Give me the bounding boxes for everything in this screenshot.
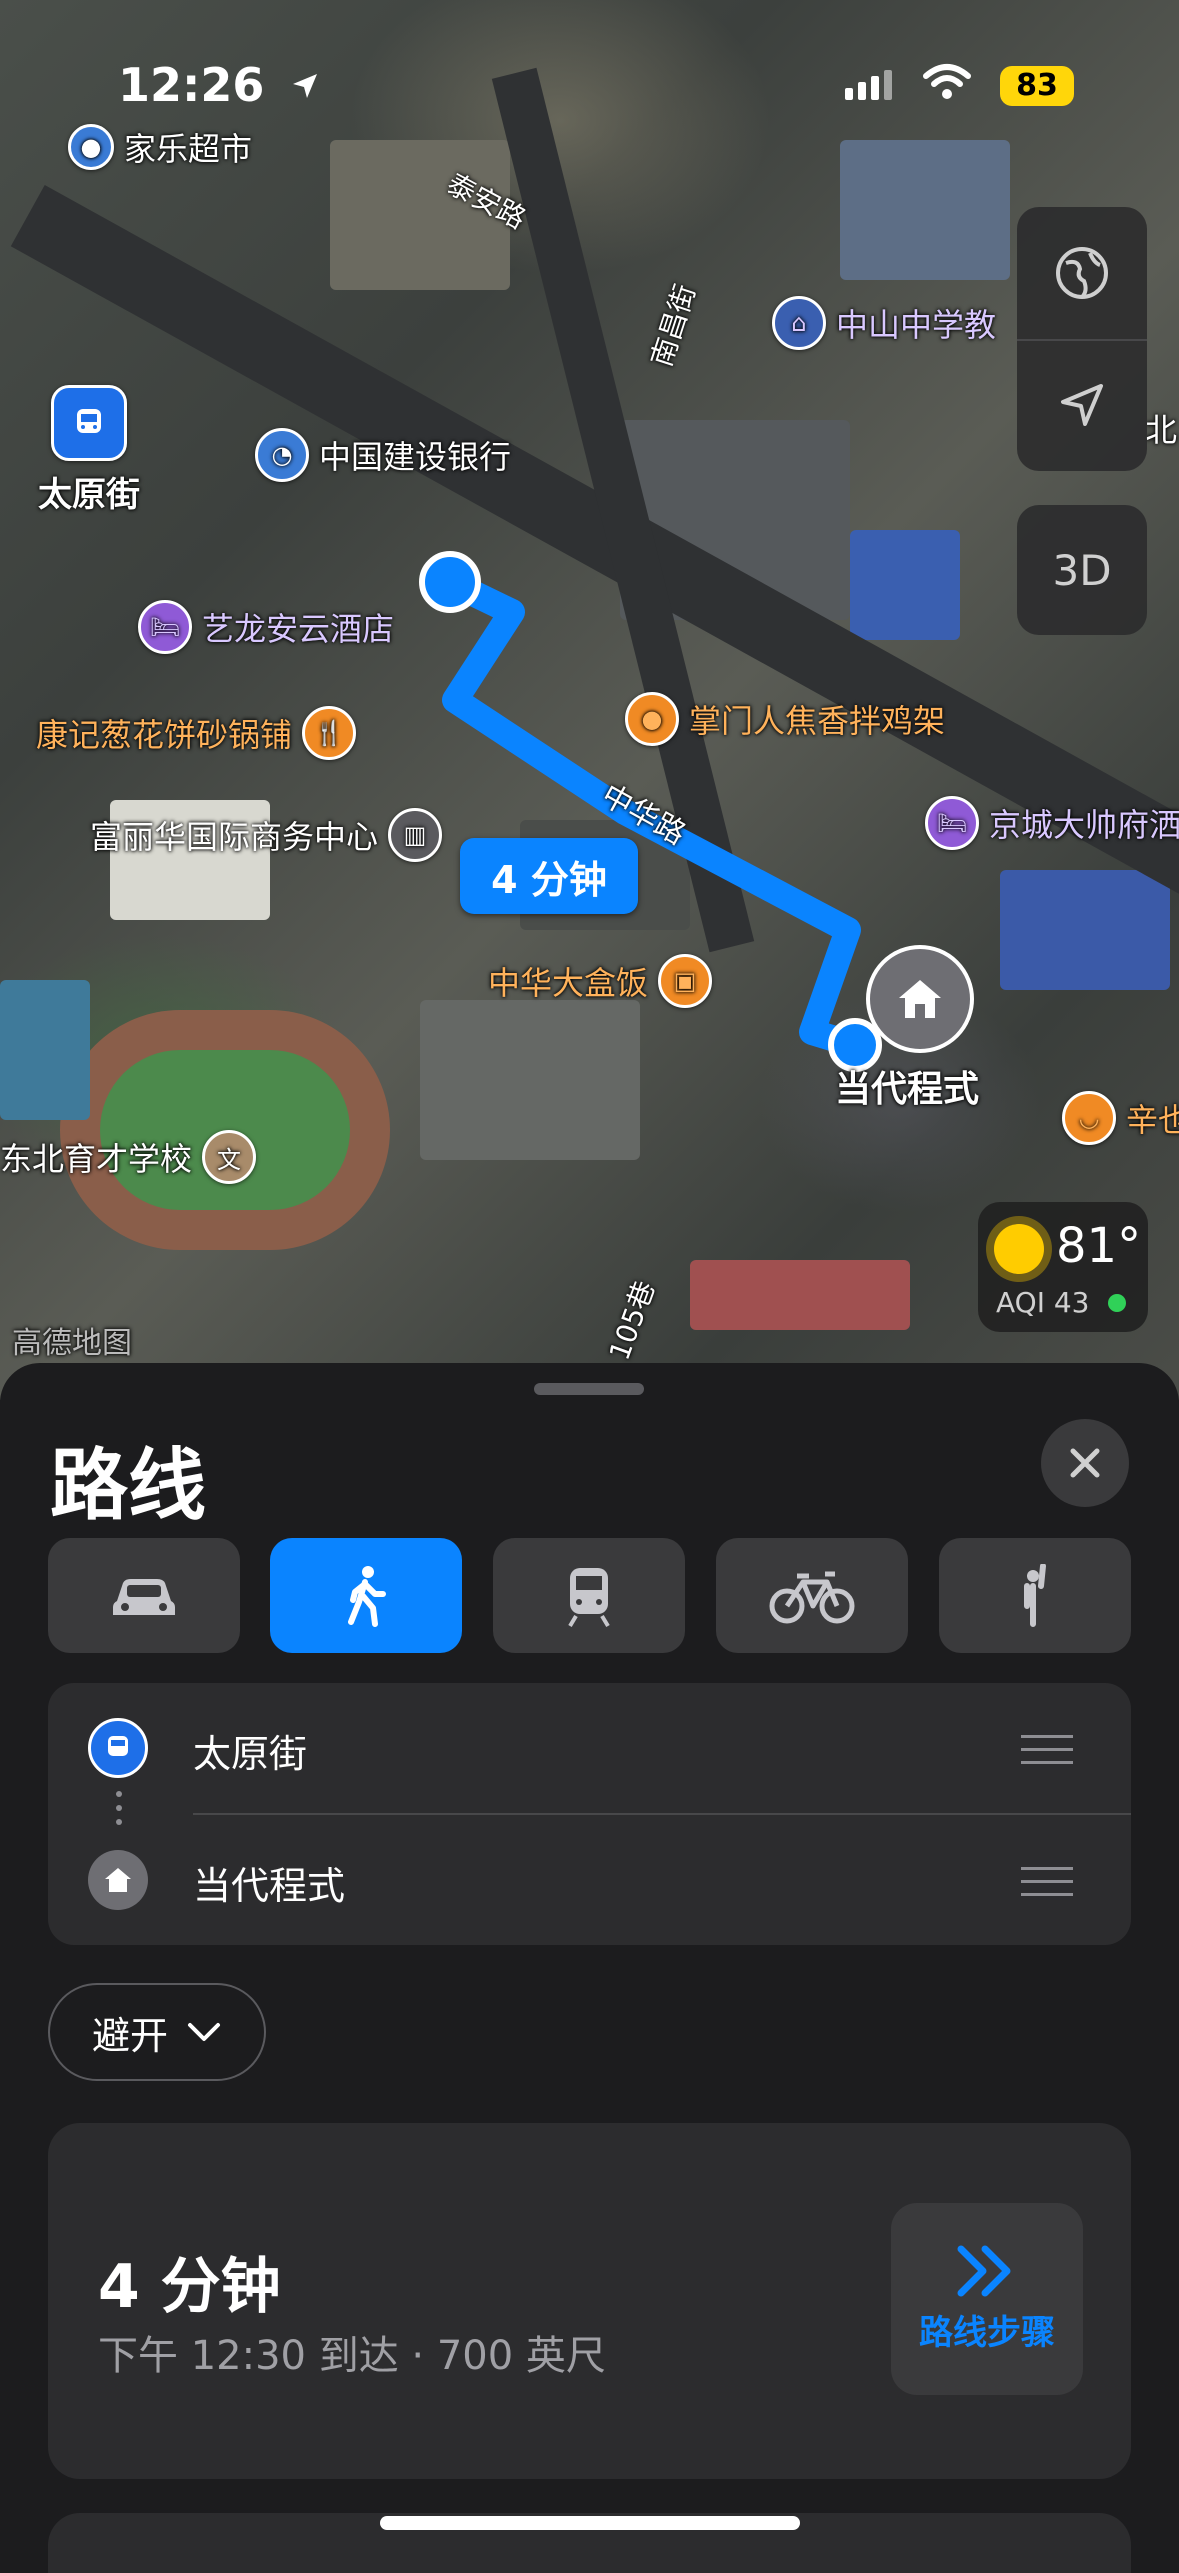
temperature: 81°	[1056, 1218, 1142, 1274]
poi-jingcheng[interactable]: 🛏 京城大帅府洒	[925, 796, 1179, 850]
close-icon	[1070, 1448, 1100, 1478]
origin-label: 太原街	[193, 1732, 308, 1776]
mode-rideshare[interactable]	[939, 1538, 1131, 1653]
poi-taiyuanjie-station[interactable]: 太原街	[38, 385, 140, 516]
poi-fulihua[interactable]: ▥ 富丽华国际商务中心	[90, 808, 443, 862]
route-steps-label: 路线步骤	[919, 2312, 1055, 2353]
route-arrival-distance: 下午 12:30 到达 · 700 英尺	[98, 2333, 606, 2379]
location-services-icon	[290, 58, 318, 98]
weather-widget[interactable]: 81° AQI 43	[978, 1202, 1148, 1332]
landmark-icon: ⌂	[772, 296, 826, 350]
subway-icon	[51, 385, 127, 461]
mode-driving[interactable]	[48, 1538, 240, 1653]
poi-zhonghua-box[interactable]: ▣ 中华大盒饭	[488, 954, 713, 1008]
transport-mode-selector	[48, 1538, 1131, 1653]
bank-icon: ◔	[255, 428, 309, 482]
route-line	[419, 551, 882, 1072]
train-icon	[568, 1567, 610, 1627]
avoid-options-button[interactable]: 避开	[48, 1983, 266, 2081]
home-icon	[88, 1850, 148, 1910]
takeout-icon: ▣	[658, 954, 713, 1008]
home-indicator[interactable]	[380, 2516, 800, 2530]
3d-toggle-button[interactable]: 3D	[1017, 505, 1147, 635]
globe-icon	[1056, 247, 1108, 299]
poi-kangji[interactable]: 🍴 康记葱花饼砂锅铺	[36, 706, 357, 760]
reorder-handle-icon[interactable]	[1021, 1735, 1073, 1774]
poi-zhanmen[interactable]: ● 掌门人焦香拌鸡架	[625, 692, 945, 746]
locate-button[interactable]	[1017, 339, 1147, 471]
poi-dongbei-school[interactable]: 文 东北育才学校	[0, 1130, 257, 1184]
hotel-icon: 🛏	[925, 796, 979, 850]
food-icon: ●	[625, 692, 679, 746]
restaurant-icon: 🍴	[302, 706, 357, 760]
map-controls	[1017, 207, 1147, 471]
hotel-icon: 🛏	[138, 600, 192, 654]
aqi-label: AQI 43	[996, 1286, 1090, 1319]
status-bar: 12:26 83	[0, 0, 1179, 160]
destination-label: 当代程式	[835, 1069, 980, 1110]
car-icon	[113, 1578, 175, 1615]
battery-indicator: 83	[1000, 66, 1074, 106]
route-duration-badge[interactable]: 4 分钟	[460, 838, 638, 914]
bicycle-icon	[769, 1571, 855, 1623]
mode-walking[interactable]	[270, 1538, 462, 1653]
destination-home-icon[interactable]	[866, 945, 974, 1053]
chevron-double-right-icon	[957, 2245, 1011, 2296]
mode-transit[interactable]	[493, 1538, 685, 1653]
stop-origin[interactable]: 太原街	[48, 1683, 1131, 1813]
map-style-button[interactable]	[1017, 207, 1147, 339]
reorder-handle-icon[interactable]	[1021, 1867, 1073, 1906]
route-duration: 4 分钟	[98, 2252, 281, 2322]
wifi-icon	[922, 62, 972, 106]
sheet-grabber[interactable]	[534, 1383, 644, 1395]
poi-xin[interactable]: ◡ 辛也	[1062, 1091, 1179, 1145]
poi-bei: 北	[1145, 411, 1178, 449]
building-icon: ▥	[388, 808, 443, 862]
walking-icon	[348, 1565, 386, 1627]
route-option-card[interactable]: 4 分钟 下午 12:30 到达 · 700 英尺 路线步骤	[48, 2123, 1131, 2479]
subway-icon	[88, 1718, 148, 1778]
poi-jianshe-bank[interactable]: ◔ 中国建设银行	[255, 428, 511, 482]
stop-destination[interactable]: 当代程式	[48, 1815, 1131, 1945]
map-attribution: 高德地图	[12, 1326, 132, 1361]
poi-zhongshan-school[interactable]: ⌂ 中山中学教	[772, 296, 996, 350]
chevron-down-icon	[188, 2023, 220, 2041]
aqi-status-dot	[1108, 1294, 1126, 1312]
directions-sheet: 路线 太原街 当代程式 避开 4 分钟 下午 12:30 到达 · 700 英尺…	[0, 1363, 1179, 2573]
location-arrow-icon	[1061, 384, 1103, 426]
mode-cycling[interactable]	[716, 1538, 908, 1653]
poi-yilong-hotel[interactable]: 🛏 艺龙安云酒店	[138, 600, 394, 654]
sun-icon	[994, 1224, 1044, 1274]
destination-stop-label: 当代程式	[193, 1864, 346, 1908]
noodle-icon: ◡	[1062, 1091, 1116, 1145]
school-icon: 文	[202, 1130, 257, 1184]
close-button[interactable]	[1041, 1419, 1129, 1507]
route-steps-button[interactable]: 路线步骤	[891, 2203, 1083, 2395]
hail-icon	[1024, 1563, 1046, 1627]
sheet-title: 路线	[50, 1441, 207, 1531]
route-stops: 太原街 当代程式	[48, 1683, 1131, 1945]
status-time: 12:26	[118, 58, 318, 112]
map-view[interactable]: 泰安路 南昌街 中华路 105巷 ● 家乐超市 太原街 ◔ 中国建设银行 🛏 艺…	[0, 0, 1179, 1400]
cellular-signal-icon	[845, 70, 897, 100]
